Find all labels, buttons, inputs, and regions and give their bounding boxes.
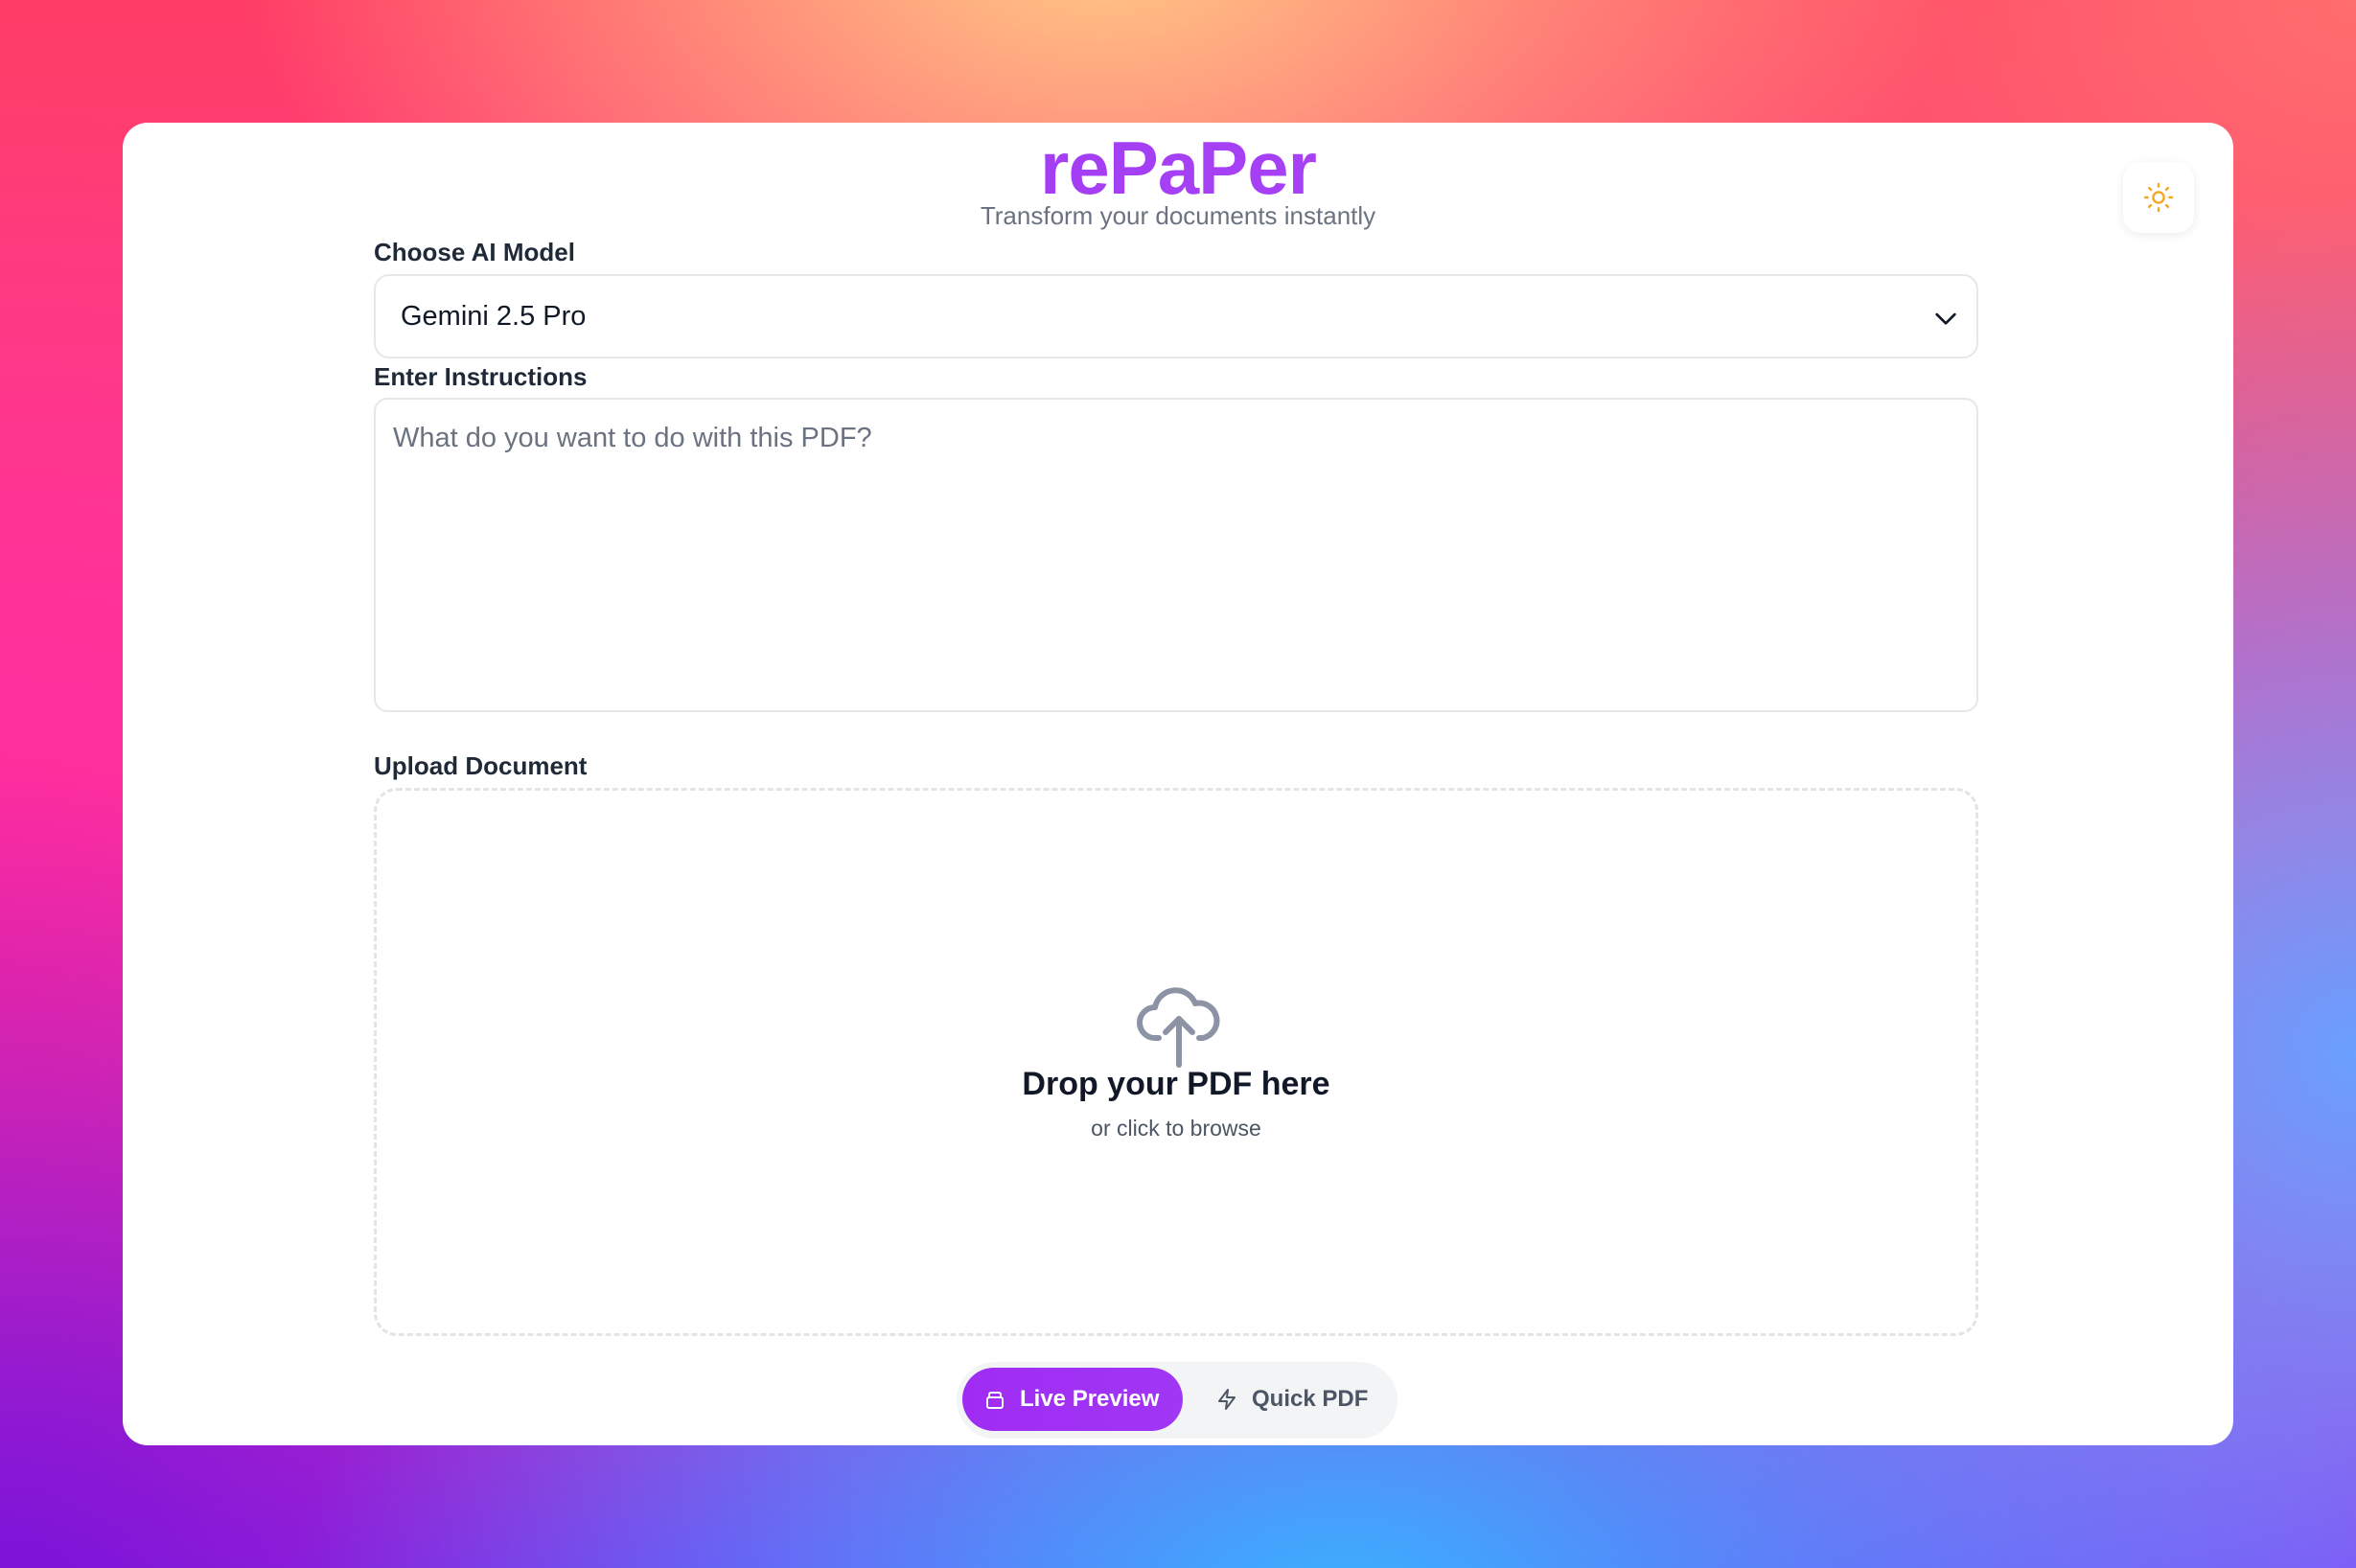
quick-pdf-button[interactable]: Quick PDF <box>1194 1368 1386 1431</box>
model-label: Choose AI Model <box>374 238 575 266</box>
cloud-upload-icon <box>1137 987 1220 1068</box>
live-preview-label: Live Preview <box>1020 1386 1160 1412</box>
dropzone-subtitle: or click to browse <box>1091 1116 1261 1141</box>
app-tagline: Transform your documents instantly <box>980 201 1376 230</box>
layers-icon <box>986 1392 1004 1409</box>
model-select[interactable]: Gemini 2.5 Pro <box>374 274 1978 358</box>
pdf-dropzone[interactable]: Drop your PDF here or click to browse <box>374 788 1978 1336</box>
instructions-textarea[interactable] <box>374 398 1978 712</box>
chevron-down-icon <box>1935 312 1956 325</box>
lightning-icon <box>1218 1389 1236 1410</box>
theme-toggle-button[interactable] <box>2123 162 2194 233</box>
quick-pdf-label: Quick PDF <box>1252 1386 1369 1412</box>
app-logo-title: rePaPer <box>123 125 2233 212</box>
live-preview-button[interactable]: Live Preview <box>962 1368 1183 1431</box>
model-select-value: Gemini 2.5 Pro <box>401 300 587 332</box>
dropzone-title: Drop your PDF here <box>1022 1066 1330 1102</box>
main-card: rePaPer Transform your documents instant… <box>123 123 2233 1445</box>
instructions-label: Enter Instructions <box>374 362 588 391</box>
mode-toggle: Live Preview Quick PDF <box>957 1362 1397 1439</box>
sun-icon <box>2143 182 2174 213</box>
upload-label: Upload Document <box>374 751 588 780</box>
